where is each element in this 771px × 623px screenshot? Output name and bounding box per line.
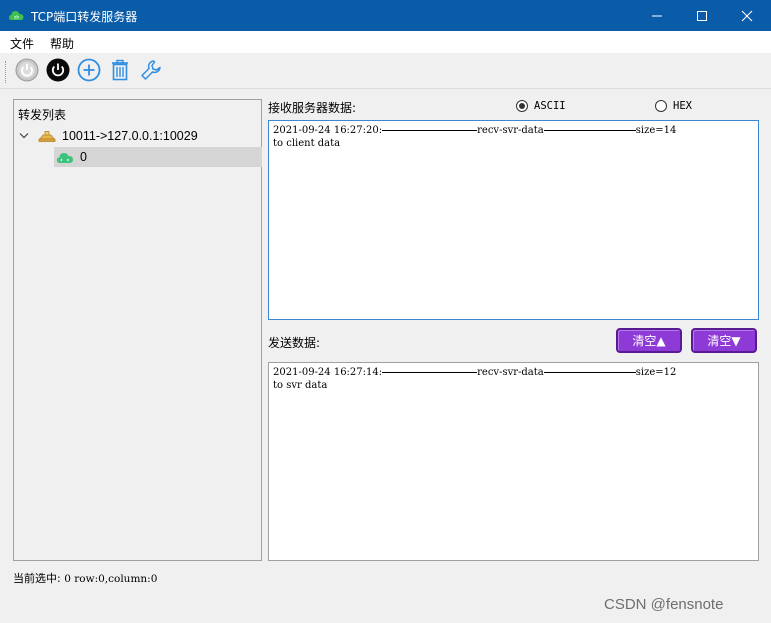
radio-hex-label: HEX (673, 100, 692, 112)
app-icon: zb (8, 7, 25, 24)
log-separator (382, 130, 478, 131)
radio-unchecked-icon[interactable] (655, 100, 667, 112)
tree-item-connection[interactable]: 0 (54, 147, 262, 167)
power-disabled-button[interactable] (14, 58, 40, 84)
radio-checked-icon[interactable] (516, 100, 528, 112)
log-tag: recv-svr-data (477, 367, 544, 378)
menu-help[interactable]: 帮助 (50, 35, 74, 52)
status-prefix: 当前选中: (13, 572, 61, 585)
log-tag: recv-svr-data (477, 125, 544, 136)
window-title: TCP端口转发服务器 (31, 10, 138, 24)
server-icon (38, 130, 56, 142)
log-separator (543, 130, 636, 131)
log-header-line: 2021-09-24 16:27:20: recv-svr-data size=14 (273, 124, 754, 137)
toolbar-grip[interactable] (5, 61, 7, 83)
settings-button[interactable] (138, 58, 164, 84)
clear-recv-button[interactable]: 清空▲ (616, 328, 682, 353)
add-icon (77, 58, 101, 85)
forward-list-tree[interactable]: 转发列表 10011->127.0.0.1:10029 0 (13, 99, 262, 561)
maximize-button[interactable] (679, 0, 725, 31)
tree-item-label: 10011->127.0.0.1:10029 (62, 129, 198, 143)
power-button[interactable] (45, 58, 71, 84)
title-bar[interactable]: zb TCP端口转发服务器 (0, 0, 771, 31)
connection-icon (56, 149, 74, 165)
tree-item-forward-rule[interactable]: 10011->127.0.0.1:10029 (18, 126, 261, 146)
radio-ascii[interactable]: ASCII (516, 100, 566, 112)
log-timestamp: 2021-09-24 16:27:20: (273, 125, 383, 136)
close-button[interactable] (724, 0, 770, 31)
recv-data-textarea[interactable]: 2021-09-24 16:27:20: recv-svr-data size=14… (268, 120, 759, 320)
menu-bar: 文件 帮助 (0, 31, 771, 53)
power-disabled-icon (15, 58, 39, 85)
svg-text:zb: zb (14, 15, 19, 21)
status-value: 0 row:0,column:0 (64, 573, 158, 585)
wrench-icon (139, 58, 163, 85)
radio-ascii-label: ASCII (534, 100, 566, 112)
recv-data-label: 接收服务器数据: (268, 101, 357, 115)
trash-icon (108, 58, 132, 85)
tree-item-label: 0 (80, 150, 87, 164)
power-icon (46, 58, 70, 85)
chevron-down-icon[interactable] (18, 132, 30, 140)
status-bar: 当前选中: 0 row:0,column:0 (13, 570, 157, 586)
log-header-line: 2021-09-24 16:27:14: recv-svr-data size=12 (273, 366, 754, 379)
send-data-label: 发送数据: (268, 336, 321, 350)
log-body: to svr data (273, 380, 328, 391)
log-size: size=14 (635, 125, 677, 136)
log-timestamp: 2021-09-24 16:27:14: (273, 367, 383, 378)
tree-header: 转发列表 (18, 108, 67, 122)
log-separator (543, 372, 636, 373)
radio-hex[interactable]: HEX (655, 100, 692, 112)
watermark: CSDN @fensnote (604, 596, 724, 613)
log-body: to client data (273, 138, 341, 149)
log-size: size=12 (635, 367, 677, 378)
log-separator (382, 372, 478, 373)
add-button[interactable] (76, 58, 102, 84)
send-data-textarea[interactable]: 2021-09-24 16:27:14: recv-svr-data size=12… (268, 362, 759, 561)
delete-button[interactable] (107, 58, 133, 84)
menu-file[interactable]: 文件 (10, 35, 34, 52)
minimize-button[interactable] (634, 0, 680, 31)
toolbar (0, 53, 771, 89)
clear-send-button[interactable]: 清空▼ (691, 328, 757, 353)
